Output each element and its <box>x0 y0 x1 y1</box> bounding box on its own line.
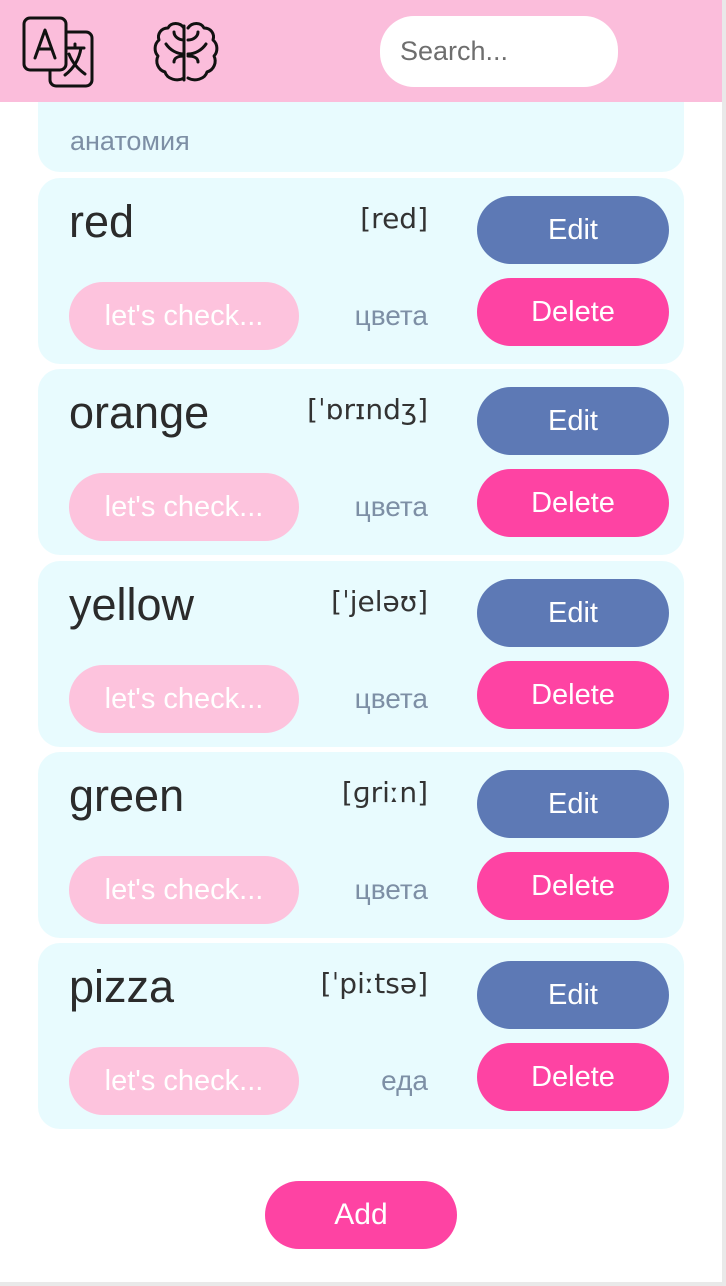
word-text: pizza <box>69 961 175 1012</box>
topic-label: анатомия <box>70 126 190 156</box>
topic-label: цвета <box>354 874 428 905</box>
scrollbar-track <box>722 0 726 1286</box>
topic-label: цвета <box>354 300 428 331</box>
transcription-text: [ˈjeləʊ] <box>331 585 428 618</box>
window-edge <box>0 1282 726 1286</box>
edit-button[interactable]: Edit <box>477 196 669 264</box>
word-text: green <box>69 770 185 821</box>
search-input[interactable] <box>380 16 618 87</box>
brain-icon[interactable] <box>152 18 220 86</box>
transcription-text: [ˈɒrɪndʒ] <box>307 393 428 426</box>
edit-button[interactable]: Edit <box>477 770 669 838</box>
word-card: yellow [ˈjeləʊ] let's check... цвета Edi… <box>38 561 684 747</box>
delete-button[interactable]: Delete <box>477 661 669 729</box>
transcription-text: [red] <box>360 202 428 235</box>
word-card: pizza [ˈpiːtsə] let's check... еда Edit … <box>38 943 684 1129</box>
check-button[interactable]: let's check... <box>69 282 299 350</box>
transcription-text: [ˈpiːtsə] <box>320 967 428 1000</box>
delete-button[interactable]: Delete <box>477 852 669 920</box>
edit-button[interactable]: Edit <box>477 579 669 647</box>
word-card: orange [ˈɒrɪndʒ] let's check... цвета Ed… <box>38 369 684 555</box>
topic-label: еда <box>381 1065 428 1096</box>
check-button[interactable]: let's check... <box>69 1047 299 1115</box>
topic-label: цвета <box>354 683 428 714</box>
delete-button[interactable]: Delete <box>477 1043 669 1111</box>
word-card: red [red] let's check... цвета Edit Dele… <box>38 178 684 364</box>
word-text: red <box>69 196 135 247</box>
delete-button[interactable]: Delete <box>477 278 669 346</box>
top-bar <box>0 0 722 102</box>
translate-icon[interactable] <box>22 16 96 88</box>
word-card: green [ɡriːn] let's check... цвета Edit … <box>38 752 684 938</box>
check-button[interactable]: let's check... <box>69 473 299 541</box>
check-button[interactable]: let's check... <box>69 665 299 733</box>
word-text: yellow <box>69 579 195 630</box>
check-button[interactable]: let's check... <box>69 856 299 924</box>
word-text: orange <box>69 387 210 438</box>
transcription-text: [ɡriːn] <box>341 776 428 809</box>
delete-button[interactable]: Delete <box>477 469 669 537</box>
edit-button[interactable]: Edit <box>477 961 669 1029</box>
topic-label: цвета <box>354 491 428 522</box>
edit-button[interactable]: Edit <box>477 387 669 455</box>
add-button[interactable]: Add <box>265 1181 457 1249</box>
